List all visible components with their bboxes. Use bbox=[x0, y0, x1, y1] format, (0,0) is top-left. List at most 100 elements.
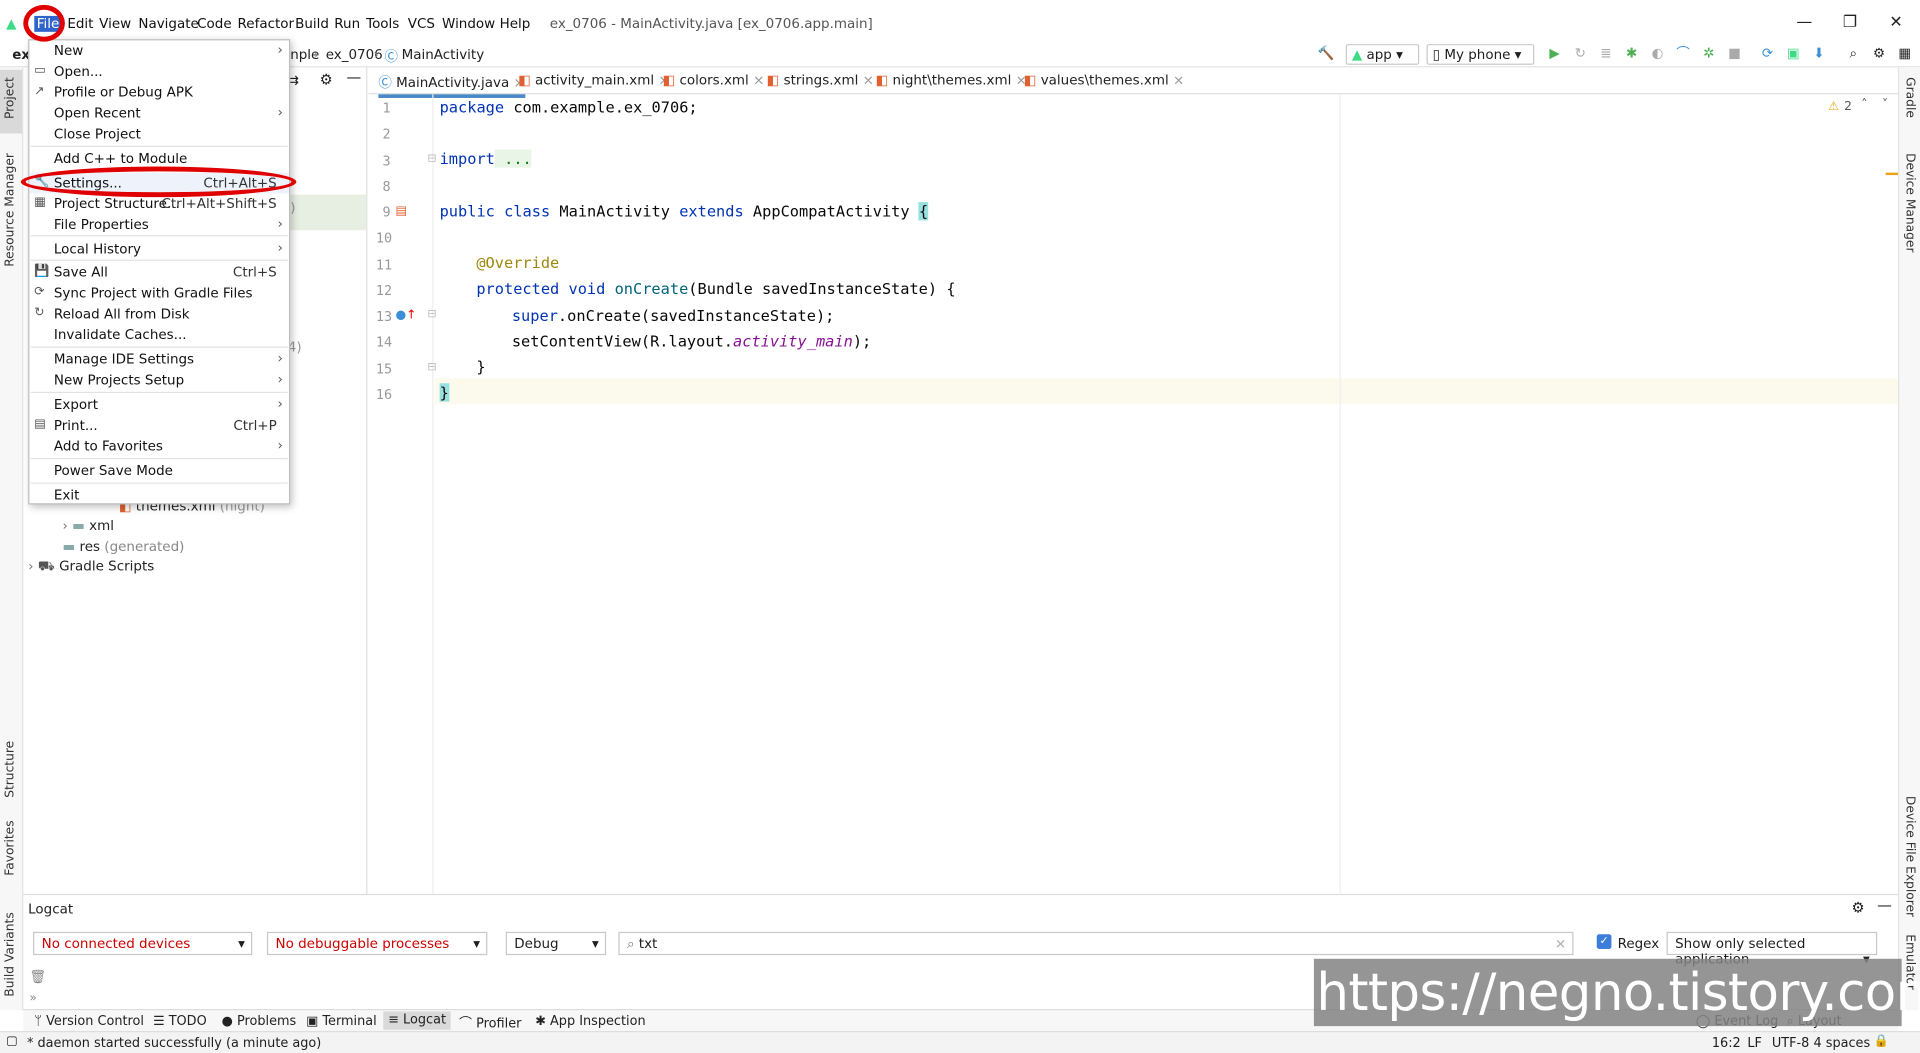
run-config-select[interactable]: ▲ app ▾ bbox=[1345, 44, 1420, 65]
clear-search-icon[interactable]: × bbox=[1555, 936, 1566, 952]
debug-icon[interactable]: ✱ bbox=[1624, 45, 1640, 61]
menu-item-local-history[interactable]: Local History › bbox=[29, 239, 289, 260]
restore-icon[interactable]: ❐ bbox=[1843, 13, 1857, 31]
menu-item-profile-debug-apk[interactable]: ↗ Profile or Debug APK bbox=[29, 82, 289, 103]
stop-icon[interactable]: ■ bbox=[1727, 45, 1743, 61]
menu-item-export[interactable]: Export › bbox=[29, 394, 289, 415]
indent-setting[interactable]: 4 spaces bbox=[1813, 1036, 1870, 1051]
apply-changes-icon[interactable]: ≣ bbox=[1598, 45, 1614, 61]
log-level-dropdown[interactable]: Debug ▾ bbox=[505, 931, 607, 956]
run-icon[interactable]: ▶ bbox=[1547, 45, 1563, 61]
file-encoding[interactable]: UTF-8 bbox=[1772, 1036, 1809, 1051]
menu-help[interactable]: Help bbox=[500, 16, 531, 32]
panel-settings-icon[interactable]: ⚙ bbox=[320, 71, 333, 88]
menu-build[interactable]: Build bbox=[295, 16, 329, 32]
filter-dropdown[interactable]: Show only selected application▾ bbox=[1666, 931, 1878, 967]
close-tab-icon[interactable]: × bbox=[863, 72, 874, 88]
gear-icon[interactable]: ⚙ bbox=[1851, 899, 1864, 916]
code-line-11[interactable]: @Override bbox=[476, 253, 559, 271]
menu-window[interactable]: Window bbox=[442, 16, 495, 32]
menu-item-invalidate-caches[interactable]: Invalidate Caches... bbox=[29, 324, 289, 345]
search-icon[interactable]: ⌕ bbox=[1845, 45, 1861, 61]
tab-strings-xml[interactable]: ◧ strings.xml × bbox=[767, 72, 874, 88]
warning-icon[interactable]: ⚠ bbox=[1828, 100, 1839, 113]
menu-item-power-save[interactable]: Power Save Mode bbox=[29, 460, 289, 481]
trash-icon[interactable]: 🗑 bbox=[29, 969, 46, 985]
menu-item-print[interactable]: ▤ Print... Ctrl+P bbox=[29, 415, 289, 436]
chevron-down-icon[interactable]: ˅ bbox=[1882, 98, 1888, 111]
tab-build-variants[interactable]: Build Variants bbox=[4, 912, 17, 996]
tab-gradle[interactable]: Gradle bbox=[1903, 77, 1916, 118]
menu-item-manage-ide-settings[interactable]: Manage IDE Settings › bbox=[29, 349, 289, 370]
close-icon[interactable]: ✕ bbox=[1889, 13, 1902, 31]
tab-values-themes-xml[interactable]: ◧ values\themes.xml × bbox=[1024, 72, 1185, 88]
menu-item-save-all[interactable]: 💾 Save All Ctrl+S bbox=[29, 262, 289, 283]
menu-run[interactable]: Run bbox=[334, 16, 360, 32]
tab-app-inspection[interactable]: ✱ App Inspection bbox=[535, 1014, 646, 1029]
minimize-icon[interactable]: — bbox=[1796, 13, 1812, 31]
tab-terminal[interactable]: ▣ Terminal bbox=[306, 1014, 377, 1029]
menu-item-open-recent[interactable]: Open Recent › bbox=[29, 103, 289, 124]
tab-structure[interactable]: Structure bbox=[4, 741, 17, 798]
code-line-3[interactable]: import ... bbox=[440, 149, 532, 168]
fold-icon[interactable]: ⊟ bbox=[427, 153, 436, 165]
code-line-9[interactable]: public class MainActivity extends AppCom… bbox=[440, 202, 929, 221]
tab-favorites[interactable]: Favorites bbox=[4, 820, 17, 875]
folded-imports[interactable]: ... bbox=[494, 149, 532, 168]
menu-item-file-properties[interactable]: File Properties › bbox=[29, 214, 289, 235]
tab-resource-manager[interactable]: Resource Manager bbox=[4, 153, 17, 267]
device-dropdown[interactable]: No connected devices ▾ bbox=[33, 931, 253, 956]
code-line-15[interactable]: } bbox=[476, 358, 485, 376]
status-message[interactable]: * daemon started successfully (a minute … bbox=[27, 1036, 321, 1051]
line-separator[interactable]: LF bbox=[1747, 1036, 1762, 1051]
close-tab-icon[interactable]: × bbox=[1173, 72, 1184, 88]
code-line-1[interactable]: package com.example.ex_0706; bbox=[440, 98, 698, 116]
code-line-14[interactable]: setContentView(R.layout.activity_main); bbox=[512, 332, 871, 350]
menu-item-open[interactable]: ▭ Open... bbox=[29, 61, 289, 82]
code-line-16[interactable]: } bbox=[439, 383, 449, 402]
tab-logcat[interactable]: ≡ Logcat bbox=[383, 1011, 451, 1030]
caret-position[interactable]: 16:2 bbox=[1712, 1036, 1741, 1051]
gear-icon[interactable]: ⚙ bbox=[1871, 45, 1887, 61]
tab-device-file-explorer[interactable]: Device File Explorer bbox=[1903, 796, 1916, 917]
menu-item-new[interactable]: New › bbox=[29, 40, 289, 61]
menu-tools[interactable]: Tools bbox=[366, 16, 399, 32]
menu-item-new-projects-setup[interactable]: New Projects Setup › bbox=[29, 370, 289, 391]
hammer-icon[interactable]: 🔨 bbox=[1318, 45, 1335, 61]
attach-debugger-icon[interactable]: ✲ bbox=[1701, 45, 1717, 61]
menu-item-exit[interactable]: Exit bbox=[29, 485, 289, 506]
menu-edit[interactable]: Edit bbox=[67, 16, 93, 32]
tab-version-control[interactable]: ᛘ Version Control bbox=[34, 1014, 144, 1029]
tree-item-gradle-scripts[interactable]: › ⛟ Gradle Scripts bbox=[28, 558, 154, 576]
status-toggle-icon[interactable]: ▢ bbox=[6, 1035, 18, 1048]
tab-todo[interactable]: ☰ TODO bbox=[153, 1014, 207, 1029]
fold-icon[interactable]: ⊟ bbox=[427, 309, 436, 321]
menu-code[interactable]: Code bbox=[197, 16, 231, 32]
tab-device-manager[interactable]: Device Manager bbox=[1903, 153, 1916, 252]
profile-icon[interactable]: ⌒ bbox=[1675, 45, 1691, 61]
hide-panel-icon[interactable]: — bbox=[347, 69, 362, 86]
menu-view[interactable]: View bbox=[99, 16, 131, 32]
more-icon[interactable]: » bbox=[29, 992, 37, 1005]
menu-vcs[interactable]: VCS bbox=[408, 16, 435, 32]
coverage-icon[interactable]: ◐ bbox=[1649, 45, 1665, 61]
breadcrumb-class[interactable]: MainActivity bbox=[402, 47, 485, 63]
fold-icon[interactable]: ⊟ bbox=[427, 361, 436, 373]
menu-item-close-project[interactable]: Close Project bbox=[29, 124, 289, 145]
tree-item-xml[interactable]: › ▬ xml bbox=[62, 518, 114, 534]
lock-icon[interactable]: 🔒 bbox=[1873, 1035, 1888, 1048]
logcat-search-input[interactable]: ⌕ txt × bbox=[618, 931, 1574, 956]
code-line-12[interactable]: protected void onCreate(Bundle savedInst… bbox=[476, 279, 955, 297]
tab-activity-main-xml[interactable]: ◧ activity_main.xml × bbox=[518, 72, 670, 88]
hide-panel-icon[interactable]: — bbox=[1877, 896, 1892, 913]
chevron-up-icon[interactable]: ˄ bbox=[1861, 98, 1867, 111]
menu-refactor[interactable]: Refactor bbox=[238, 16, 295, 32]
plugin-icon[interactable]: ▦ bbox=[1897, 45, 1913, 61]
layout-preview-icon[interactable]: ▤ bbox=[396, 204, 408, 217]
process-dropdown[interactable]: No debuggable processes ▾ bbox=[266, 931, 488, 956]
menu-item-sync-gradle[interactable]: ⟳ Sync Project with Gradle Files bbox=[29, 283, 289, 304]
override-marker-icon[interactable]: ●↑ bbox=[396, 309, 417, 322]
tab-problems[interactable]: ● Problems bbox=[222, 1014, 297, 1029]
regex-checkbox[interactable]: ✓ bbox=[1596, 934, 1612, 949]
tab-night-themes-xml[interactable]: ◧ night\themes.xml × bbox=[876, 72, 1027, 88]
